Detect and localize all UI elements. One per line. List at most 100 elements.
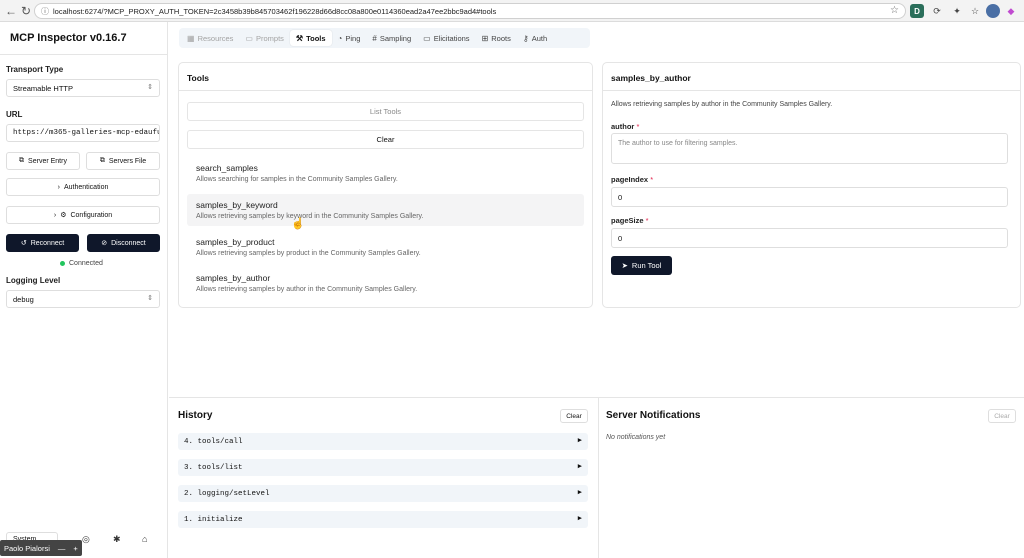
tool-description: Allows retrieving samples by keyword in … [196,213,424,220]
authentication-button[interactable]: › Authentication [6,178,160,196]
plus-icon[interactable]: + [73,544,77,553]
extension-d-icon[interactable]: D [910,4,924,18]
hash-icon: # [372,33,377,43]
run-tool-button[interactable]: ➤ Run Tool [611,256,672,275]
history-item[interactable]: 1. initialize ▶ [178,511,588,528]
refresh-extension-icon[interactable]: ⟳ [930,4,944,18]
history-item[interactable]: 2. logging/setLevel ▶ [178,485,588,502]
favorite-star-icon[interactable]: ☆ [890,5,899,16]
address-bar[interactable]: ⓘ localhost:6274/?MCP_PROXY_AUTH_TOKEN=2… [34,3,906,19]
send-icon: ➤ [621,261,628,270]
logging-level-label: Logging Level [6,276,61,285]
page-size-label: pageSize * [611,216,649,225]
history-title: History [178,410,213,421]
notifications-clear-button[interactable]: Clear [988,409,1016,423]
tool-name: samples_by_keyword [196,200,278,210]
list-tools-button[interactable]: List Tools [187,102,584,121]
servers-file-label: Servers File [108,157,147,165]
reconnect-button[interactable]: ↺ Reconnect [6,234,79,252]
bell-icon: ◔ [337,33,343,43]
tab-sampling[interactable]: # Sampling [366,30,417,46]
favorites-icon[interactable]: ☆ [968,4,982,18]
tools-card-title: Tools [187,73,210,83]
minimize-icon[interactable]: — [58,544,66,553]
required-mark: * [636,122,640,131]
sidebar: MCP Inspector v0.16.7 Transport Type Str… [0,22,168,558]
copilot-icon[interactable]: ◆ [1004,4,1018,18]
select-chevron-icon: ⇕ [147,84,153,91]
notifications-title: Server Notifications [606,410,701,421]
browser-toolbar: ← ↻ ⓘ localhost:6274/?MCP_PROXY_AUTH_TOK… [0,0,1024,22]
tool-item-samples-by-product[interactable]: samples_by_product Allows retrieving sam… [187,231,584,263]
folder-tree-icon: ⊞ [481,33,489,43]
profile-avatar[interactable] [986,4,1000,18]
logging-level-select[interactable]: debug ⇕ [6,290,160,308]
tool-item-samples-by-keyword[interactable]: samples_by_keyword Allows retrieving sam… [187,194,584,226]
clear-tools-button[interactable]: Clear [187,130,584,149]
expand-triangle-icon: ▶ [577,515,582,523]
page-index-input[interactable]: 0 [611,187,1008,207]
no-notifications-text: No notifications yet [606,434,666,441]
tool-item-search-samples[interactable]: search_samples Allows searching for samp… [187,157,584,189]
expand-triangle-icon: ▶ [577,437,582,445]
tab-label: Resources [197,33,234,43]
tab-label: Elicitations [433,33,470,43]
tab-ping[interactable]: ◔ Ping [332,30,367,46]
url-input[interactable]: https://m365-galleries-mcp-edaufud [6,124,160,142]
tool-detail-card: samples_by_author Allows retrieving samp… [602,62,1021,308]
required-mark: * [645,216,649,225]
author-label-text: author [611,122,635,131]
tool-description: Allows retrieving samples by author in t… [196,286,418,293]
tool-detail-description: Allows retrieving samples by author in t… [611,101,833,108]
configuration-button[interactable]: › ⚙ Configuration [6,206,160,224]
expand-triangle-icon: ▶ [577,463,582,471]
author-textarea[interactable]: The author to use for filtering samples. [611,133,1008,164]
history-clear-button[interactable]: Clear [560,409,588,423]
connected-dot-icon [60,261,65,266]
help-icon[interactable]: ◎ [82,534,90,545]
run-tool-label: Run Tool [631,261,662,270]
server-entry-button[interactable]: ⧉ Server Entry [6,152,80,170]
tab-resources[interactable]: ▦ Resources [181,30,239,46]
panel-resize-divider[interactable] [169,397,1024,398]
bug-icon[interactable]: ✱ [113,534,121,545]
history-item-label: 2. logging/setLevel [184,489,270,498]
github-icon[interactable]: ⌂ [142,534,147,544]
page-size-input[interactable]: 0 [611,228,1008,248]
tab-label: Prompts [255,33,284,43]
tab-label: Auth [531,33,548,43]
user-badge: Paolo Pialorsi — + [0,540,82,556]
tool-item-samples-by-author[interactable]: samples_by_author Allows retrieving samp… [187,267,584,299]
tool-description: Allows searching for samples in the Comm… [196,176,398,183]
logging-level-value: debug [13,294,34,304]
tab-auth[interactable]: ⚷ Auth [517,30,553,46]
tab-label: Roots [491,33,511,43]
wrench-icon: ⚒ [295,33,304,43]
tools-card: Tools List Tools Clear search_samples Al… [178,62,593,308]
extensions-icon[interactable]: ✦ [950,4,964,18]
refresh-icon[interactable]: ↻ [17,2,35,20]
chevron-right-icon: › [53,211,57,219]
history-item-label: 1. initialize [184,515,243,524]
page-size-label-text: pageSize [611,216,644,225]
bottom-panel-divider [598,398,599,558]
servers-file-button[interactable]: ⧉ Servers File [86,152,160,170]
disconnect-button[interactable]: ⊘ Disconnect [87,234,160,252]
site-info-icon[interactable]: ⓘ [41,6,49,17]
resources-icon: ▦ [187,33,195,43]
transport-type-label: Transport Type [6,65,64,74]
tab-roots[interactable]: ⊞ Roots [476,30,517,46]
transport-type-select[interactable]: Streamable HTTP ⇕ [6,79,160,97]
tab-tools[interactable]: ⚒ Tools [289,30,332,46]
reconnect-label: Reconnect [30,239,65,247]
tab-prompts[interactable]: ▭ Prompts [239,30,290,46]
tool-name: samples_by_product [196,237,275,247]
message-icon: ▭ [423,33,431,43]
history-item[interactable]: 3. tools/list ▶ [178,459,588,476]
key-icon: ⚷ [522,33,529,43]
history-item[interactable]: 4. tools/call ▶ [178,433,588,450]
tab-elicitations[interactable]: ▭ Elicitations [417,30,475,46]
copy-icon: ⧉ [99,157,105,164]
required-mark: * [650,175,654,184]
copy-icon: ⧉ [19,157,25,164]
